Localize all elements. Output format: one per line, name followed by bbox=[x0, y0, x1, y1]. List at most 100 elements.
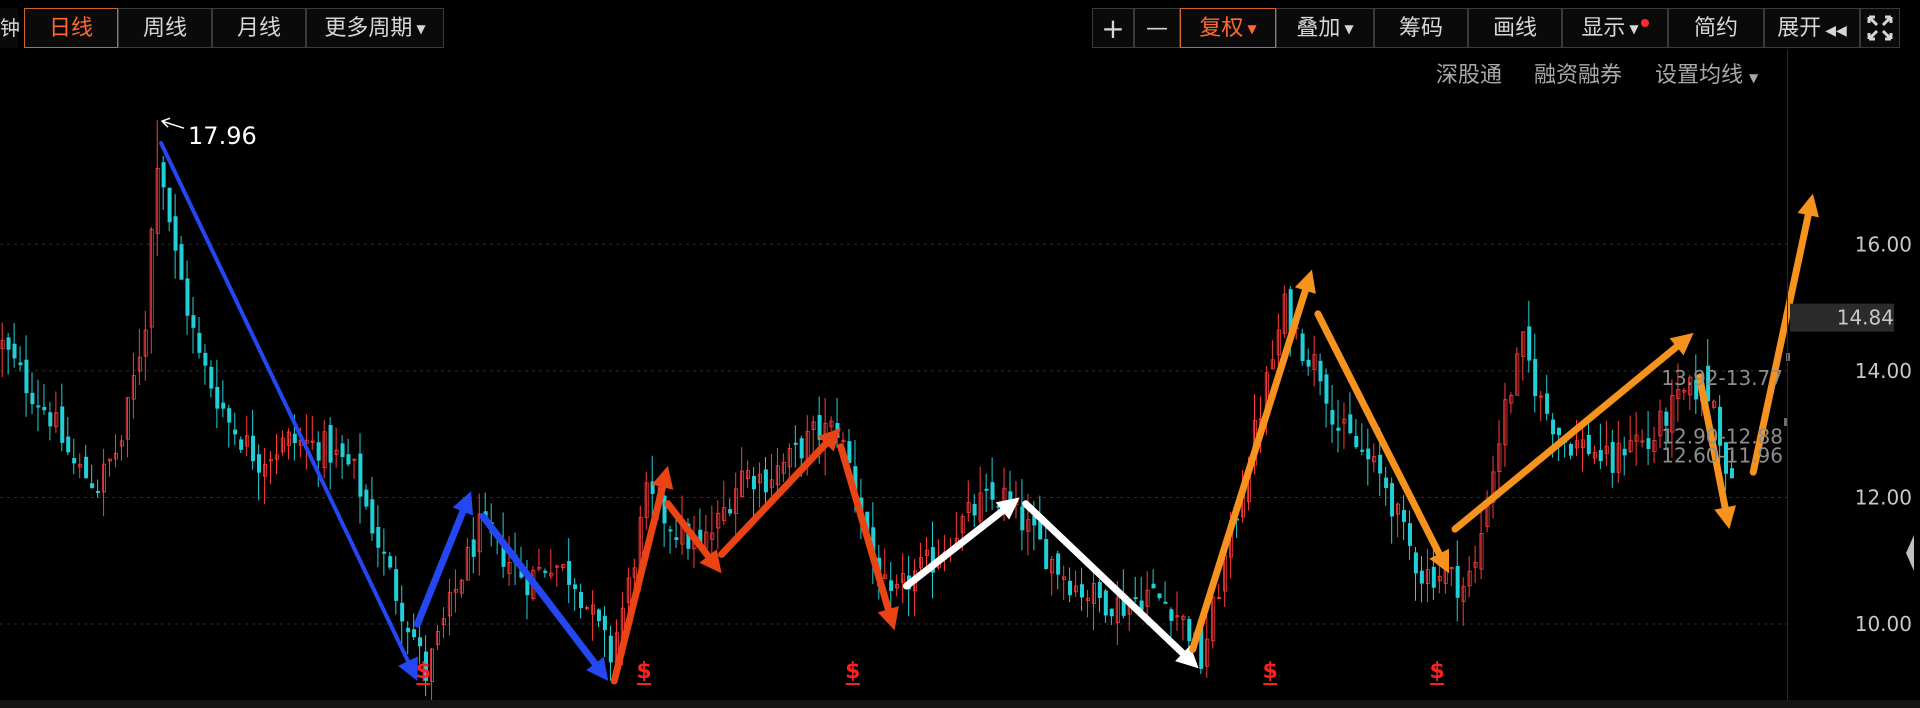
trend-arrow-shaft bbox=[1451, 343, 1681, 533]
candle-body bbox=[179, 244, 184, 280]
candle-body bbox=[602, 615, 607, 631]
trend-arrow-shaft bbox=[159, 140, 410, 664]
candle-body bbox=[1545, 393, 1550, 414]
trend-arrow-head bbox=[1714, 505, 1736, 530]
signal-marker: $ bbox=[636, 659, 651, 684]
candle-body bbox=[662, 495, 667, 524]
candle-body bbox=[751, 475, 756, 490]
candle-body bbox=[161, 162, 166, 188]
price-level-label: 13.92-13.77 bbox=[1661, 366, 1783, 390]
candle-body bbox=[1401, 510, 1406, 522]
trend-arrow bbox=[413, 491, 474, 628]
candle-body bbox=[471, 539, 476, 557]
candle-body bbox=[24, 359, 29, 394]
candle-body bbox=[191, 315, 196, 328]
fuquan-dropdown[interactable]: 复权 ▼ bbox=[1180, 8, 1276, 48]
trend-arrow-shaft bbox=[837, 443, 892, 613]
zoom-out-button[interactable]: — bbox=[1134, 8, 1180, 48]
y-axis-tick-label: 14.00 bbox=[1855, 359, 1912, 383]
candle-body bbox=[292, 433, 297, 444]
candle-body bbox=[1366, 448, 1371, 460]
candle-body bbox=[84, 456, 89, 479]
candle-body bbox=[1133, 597, 1138, 600]
candle-body bbox=[1020, 506, 1025, 531]
zoom-in-button[interactable]: + bbox=[1092, 8, 1134, 48]
candle-body bbox=[793, 442, 798, 445]
candle-body bbox=[668, 529, 673, 532]
candle-body bbox=[1056, 553, 1061, 575]
candle-body bbox=[1568, 444, 1573, 456]
trend-arrow bbox=[718, 427, 841, 558]
simple-mode-button[interactable]: 简约 bbox=[1668, 8, 1764, 48]
more-periods-dropdown[interactable]: 更多周期 ▼ bbox=[306, 8, 444, 48]
trend-arrow bbox=[1189, 269, 1316, 653]
trend-arrow bbox=[902, 497, 1020, 590]
candle-body bbox=[1419, 570, 1424, 584]
candle-body bbox=[1533, 359, 1538, 397]
trend-arrow-shaft bbox=[1022, 500, 1187, 657]
draw-line-button[interactable]: 画线 bbox=[1468, 8, 1562, 48]
candle-body bbox=[209, 366, 214, 389]
tab-month[interactable]: 月线 bbox=[212, 8, 306, 48]
candle-body bbox=[36, 405, 41, 408]
candle-body bbox=[728, 509, 733, 514]
price-level-label: 12.60-11.96 bbox=[1661, 443, 1783, 467]
trend-arrow-shaft bbox=[413, 508, 467, 628]
candle-body bbox=[376, 526, 381, 548]
overlay-dropdown[interactable]: 叠加 ▼ bbox=[1276, 8, 1374, 48]
candle-body bbox=[370, 499, 375, 534]
candle-body bbox=[66, 436, 71, 453]
fullscreen-button[interactable] bbox=[1860, 8, 1900, 48]
candle-body bbox=[382, 551, 387, 554]
candle-body bbox=[1557, 427, 1562, 436]
candle-body bbox=[573, 584, 578, 590]
candle-body bbox=[1586, 434, 1591, 455]
display-dropdown[interactable]: 显示 ▼ bbox=[1562, 8, 1668, 48]
trend-arrow-shaft bbox=[1189, 287, 1309, 653]
candle-body bbox=[1163, 601, 1168, 604]
shengutong-link[interactable]: 深股通 bbox=[1436, 60, 1502, 92]
candle-body bbox=[1622, 448, 1627, 456]
candle-body bbox=[203, 352, 208, 366]
ma-settings-dropdown[interactable]: 设置均线 ▼ bbox=[1655, 60, 1758, 92]
candle-body bbox=[394, 569, 399, 601]
candle-body bbox=[608, 635, 613, 663]
candle-body bbox=[1646, 438, 1651, 449]
candlestick-chart: 17.9613.92-13.7712.90-12.8812.60-11.9616… bbox=[0, 117, 1920, 708]
candle-body bbox=[763, 469, 768, 493]
chips-button[interactable]: 筹码 bbox=[1374, 8, 1468, 48]
expand-button[interactable]: 展开 ◀◀ bbox=[1764, 8, 1860, 48]
candle-body bbox=[257, 454, 262, 473]
signal-marker: $ bbox=[845, 659, 860, 684]
candle-body bbox=[412, 629, 417, 638]
candle-body bbox=[251, 435, 256, 462]
trend-arrow-head bbox=[877, 606, 899, 631]
candle-body bbox=[12, 343, 17, 359]
display-label: 显示 bbox=[1581, 16, 1626, 41]
trend-arrow-head bbox=[1797, 193, 1820, 218]
candle-body bbox=[1390, 483, 1395, 517]
candle-body bbox=[1610, 441, 1615, 473]
candle-body bbox=[1407, 523, 1412, 546]
candle-body bbox=[1348, 414, 1353, 434]
candle-body bbox=[1336, 427, 1341, 431]
bottom-scrollbar bbox=[0, 700, 1920, 708]
candle-body bbox=[1109, 608, 1114, 617]
caret-down-icon: ▼ bbox=[1344, 22, 1354, 36]
trend-arrow-shaft bbox=[1314, 310, 1443, 558]
margin-trading-link[interactable]: 融资融券 bbox=[1534, 60, 1622, 92]
candle-body bbox=[6, 337, 11, 350]
candle-body bbox=[1378, 454, 1383, 474]
candle-body bbox=[1384, 477, 1389, 489]
tab-day[interactable]: 日线 bbox=[24, 8, 118, 48]
candle-body bbox=[1431, 566, 1436, 588]
trend-arrow bbox=[479, 512, 609, 682]
minute-tab-partial[interactable]: 钟 bbox=[0, 8, 20, 48]
signal-marker: $ bbox=[416, 659, 431, 684]
current-price-label: 14.84 bbox=[1837, 306, 1894, 330]
candle-body bbox=[30, 392, 35, 405]
price-axis-divider bbox=[1787, 50, 1788, 700]
candle-body bbox=[18, 362, 23, 366]
tab-week[interactable]: 周线 bbox=[118, 8, 212, 48]
candle-body bbox=[1318, 360, 1323, 382]
